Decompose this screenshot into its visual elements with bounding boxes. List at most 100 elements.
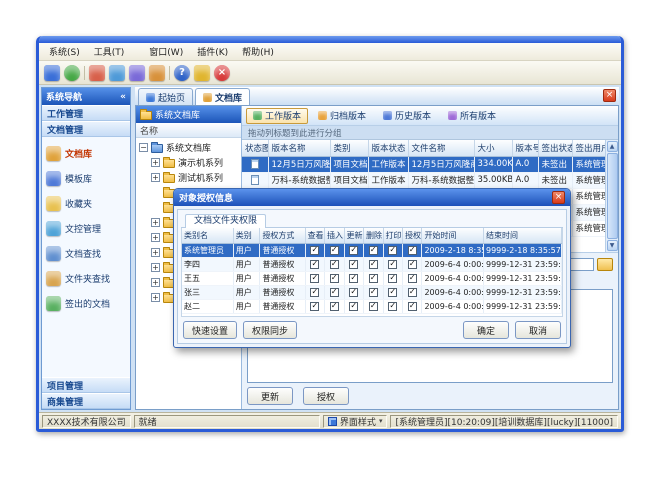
checkbox-grant[interactable]: [408, 302, 417, 311]
checkbox-view[interactable]: [310, 302, 319, 311]
checkbox-print[interactable]: [388, 260, 397, 269]
checkbox-insert[interactable]: [330, 246, 339, 255]
ok-button[interactable]: 确定: [463, 321, 509, 339]
expander-icon[interactable]: [151, 158, 160, 167]
lock-icon[interactable]: [194, 65, 210, 81]
column-header[interactable]: 版本状态: [368, 140, 408, 156]
sidebar-item-checked-out-docs[interactable]: 签出的文档: [46, 293, 126, 313]
report-icon[interactable]: [149, 65, 165, 81]
expander-icon[interactable]: [151, 278, 160, 287]
sidebar-item-template-library[interactable]: 模板库: [46, 168, 126, 188]
ui-style-selector[interactable]: 界面样式 ▾: [323, 415, 388, 428]
sidebar-item-folder-search[interactable]: 文件夹查找: [46, 268, 126, 288]
permission-sync-button[interactable]: 权限同步: [243, 321, 297, 339]
sidebar-group-project[interactable]: 项目管理: [42, 377, 130, 393]
tab-document-library[interactable]: 文档库: [195, 88, 250, 105]
checkbox-print[interactable]: [388, 288, 397, 297]
scroll-thumb[interactable]: [607, 153, 618, 239]
version-tab[interactable]: 所有版本: [441, 108, 503, 124]
sidebar-group-work[interactable]: 工作管理: [42, 105, 130, 121]
checkbox-insert[interactable]: [330, 274, 339, 283]
checkbox-view[interactable]: [310, 288, 319, 297]
permission-column-header[interactable]: 结束时间: [484, 228, 562, 243]
permission-column-header[interactable]: 插入: [325, 228, 344, 243]
checkbox-update[interactable]: [349, 260, 358, 269]
tree-column-header[interactable]: 名称: [136, 123, 241, 138]
checkbox-view[interactable]: [310, 246, 319, 255]
column-header[interactable]: 状态图: [242, 140, 268, 156]
tab-folder-permissions[interactable]: 文档文件夹权限: [185, 214, 266, 228]
checkbox-delete[interactable]: [369, 246, 378, 255]
expander-icon[interactable]: [139, 143, 148, 152]
menu-item[interactable]: 插件(K): [191, 43, 234, 60]
permission-column-header[interactable]: 查看: [305, 228, 324, 243]
expander-icon[interactable]: [151, 218, 160, 227]
scroll-down-icon[interactable]: ▼: [607, 240, 618, 251]
browse-icon[interactable]: [109, 65, 125, 81]
column-header[interactable]: 版本名称: [268, 140, 330, 156]
checkbox-print[interactable]: [388, 246, 397, 255]
expander-icon[interactable]: [151, 263, 160, 272]
scroll-up-icon[interactable]: ▲: [607, 141, 618, 152]
edit-button[interactable]: [597, 258, 613, 271]
column-header[interactable]: 文件名称: [408, 140, 474, 156]
windows-icon[interactable]: [129, 65, 145, 81]
quick-setup-button[interactable]: 快速设置: [183, 321, 237, 339]
expander-icon[interactable]: [151, 248, 160, 257]
dialog-titlebar[interactable]: 对象授权信息 ×: [174, 189, 570, 206]
permission-column-header[interactable]: 类别名: [182, 228, 233, 243]
checkbox-delete[interactable]: [369, 260, 378, 269]
menu-item[interactable]: [132, 51, 141, 52]
checkbox-grant[interactable]: [408, 274, 417, 283]
vertical-scrollbar[interactable]: ▲ ▼: [605, 140, 618, 252]
checkbox-insert[interactable]: [330, 302, 339, 311]
checkbox-update[interactable]: [349, 246, 358, 255]
column-header[interactable]: 签出用户: [572, 140, 605, 156]
张三[interactable]: 张三 用户 普通授权 2009-6-4 0:00:00 9999-1: [182, 285, 562, 299]
permission-column-header[interactable]: 删除: [364, 228, 383, 243]
permission-column-header[interactable]: 类别: [233, 228, 260, 243]
李四[interactable]: 李四 用户 普通授权 2009-6-4 0:00:00 9999-1: [182, 257, 562, 271]
王五[interactable]: 王五 用户 普通授权 2009-6-4 0:00:00 9999-1: [182, 271, 562, 285]
tree-node[interactable]: 测试机系列: [136, 170, 241, 185]
expander-icon[interactable]: [151, 173, 160, 182]
sidebar-item-doc-control[interactable]: 文控管理: [46, 218, 126, 238]
sidebar-item-document-library[interactable]: 文档库: [46, 143, 126, 163]
checkbox-update[interactable]: [349, 274, 358, 283]
checkbox-insert[interactable]: [330, 260, 339, 269]
menu-item[interactable]: 系统(S): [43, 43, 86, 60]
sidebar-item-doc-search[interactable]: 文档查找: [46, 243, 126, 263]
checkbox-delete[interactable]: [369, 288, 378, 297]
赵二[interactable]: 赵二 用户 普通授权 2009-6-4 0:00:00 9999-1: [182, 299, 562, 313]
grant-button[interactable]: 授权: [303, 387, 349, 405]
sidebar-group-business[interactable]: 商集管理: [42, 393, 130, 409]
permission-column-header[interactable]: 打印: [383, 228, 402, 243]
expander-icon[interactable]: [151, 233, 160, 242]
tab-start-page[interactable]: 起始页: [138, 88, 193, 105]
home-icon[interactable]: [44, 65, 60, 81]
checkbox-grant[interactable]: [408, 246, 417, 255]
new-document-icon[interactable]: [89, 65, 105, 81]
系统管理员[interactable]: 系统管理员 用户 普通授权 2009-2-18 8:35:57 99: [182, 243, 562, 257]
expander-icon[interactable]: [151, 293, 160, 302]
column-header[interactable]: 签出状态: [538, 140, 572, 156]
checkbox-print[interactable]: [388, 274, 397, 283]
permission-column-header[interactable]: 授权方式: [260, 228, 305, 243]
cancel-button[interactable]: 取消: [515, 321, 561, 339]
window-title-strip[interactable]: [39, 36, 621, 43]
permission-column-header[interactable]: 授权: [402, 228, 421, 243]
menu-item[interactable]: 窗口(W): [143, 43, 189, 60]
column-header[interactable]: 类别: [330, 140, 368, 156]
sidebar-group-docs[interactable]: 文档管理: [42, 121, 130, 137]
checkbox-insert[interactable]: [330, 288, 339, 297]
tree-node[interactable]: 系统文档库: [136, 140, 241, 155]
connect-icon[interactable]: [64, 65, 80, 81]
12月5日万风隆商行（[interactable]: 12月5日万风隆商行（ 项目文档 工作版本 12月5日万风隆商行（ 334.00…: [242, 156, 605, 172]
menu-item[interactable]: 帮助(H): [236, 43, 280, 60]
exit-icon[interactable]: ×: [214, 65, 230, 81]
checkbox-delete[interactable]: [369, 274, 378, 283]
sidebar-item-favorites[interactable]: 收藏夹: [46, 193, 126, 213]
permission-column-header[interactable]: 开始时间: [422, 228, 484, 243]
help-icon[interactable]: ?: [174, 65, 190, 81]
checkbox-print[interactable]: [388, 302, 397, 311]
